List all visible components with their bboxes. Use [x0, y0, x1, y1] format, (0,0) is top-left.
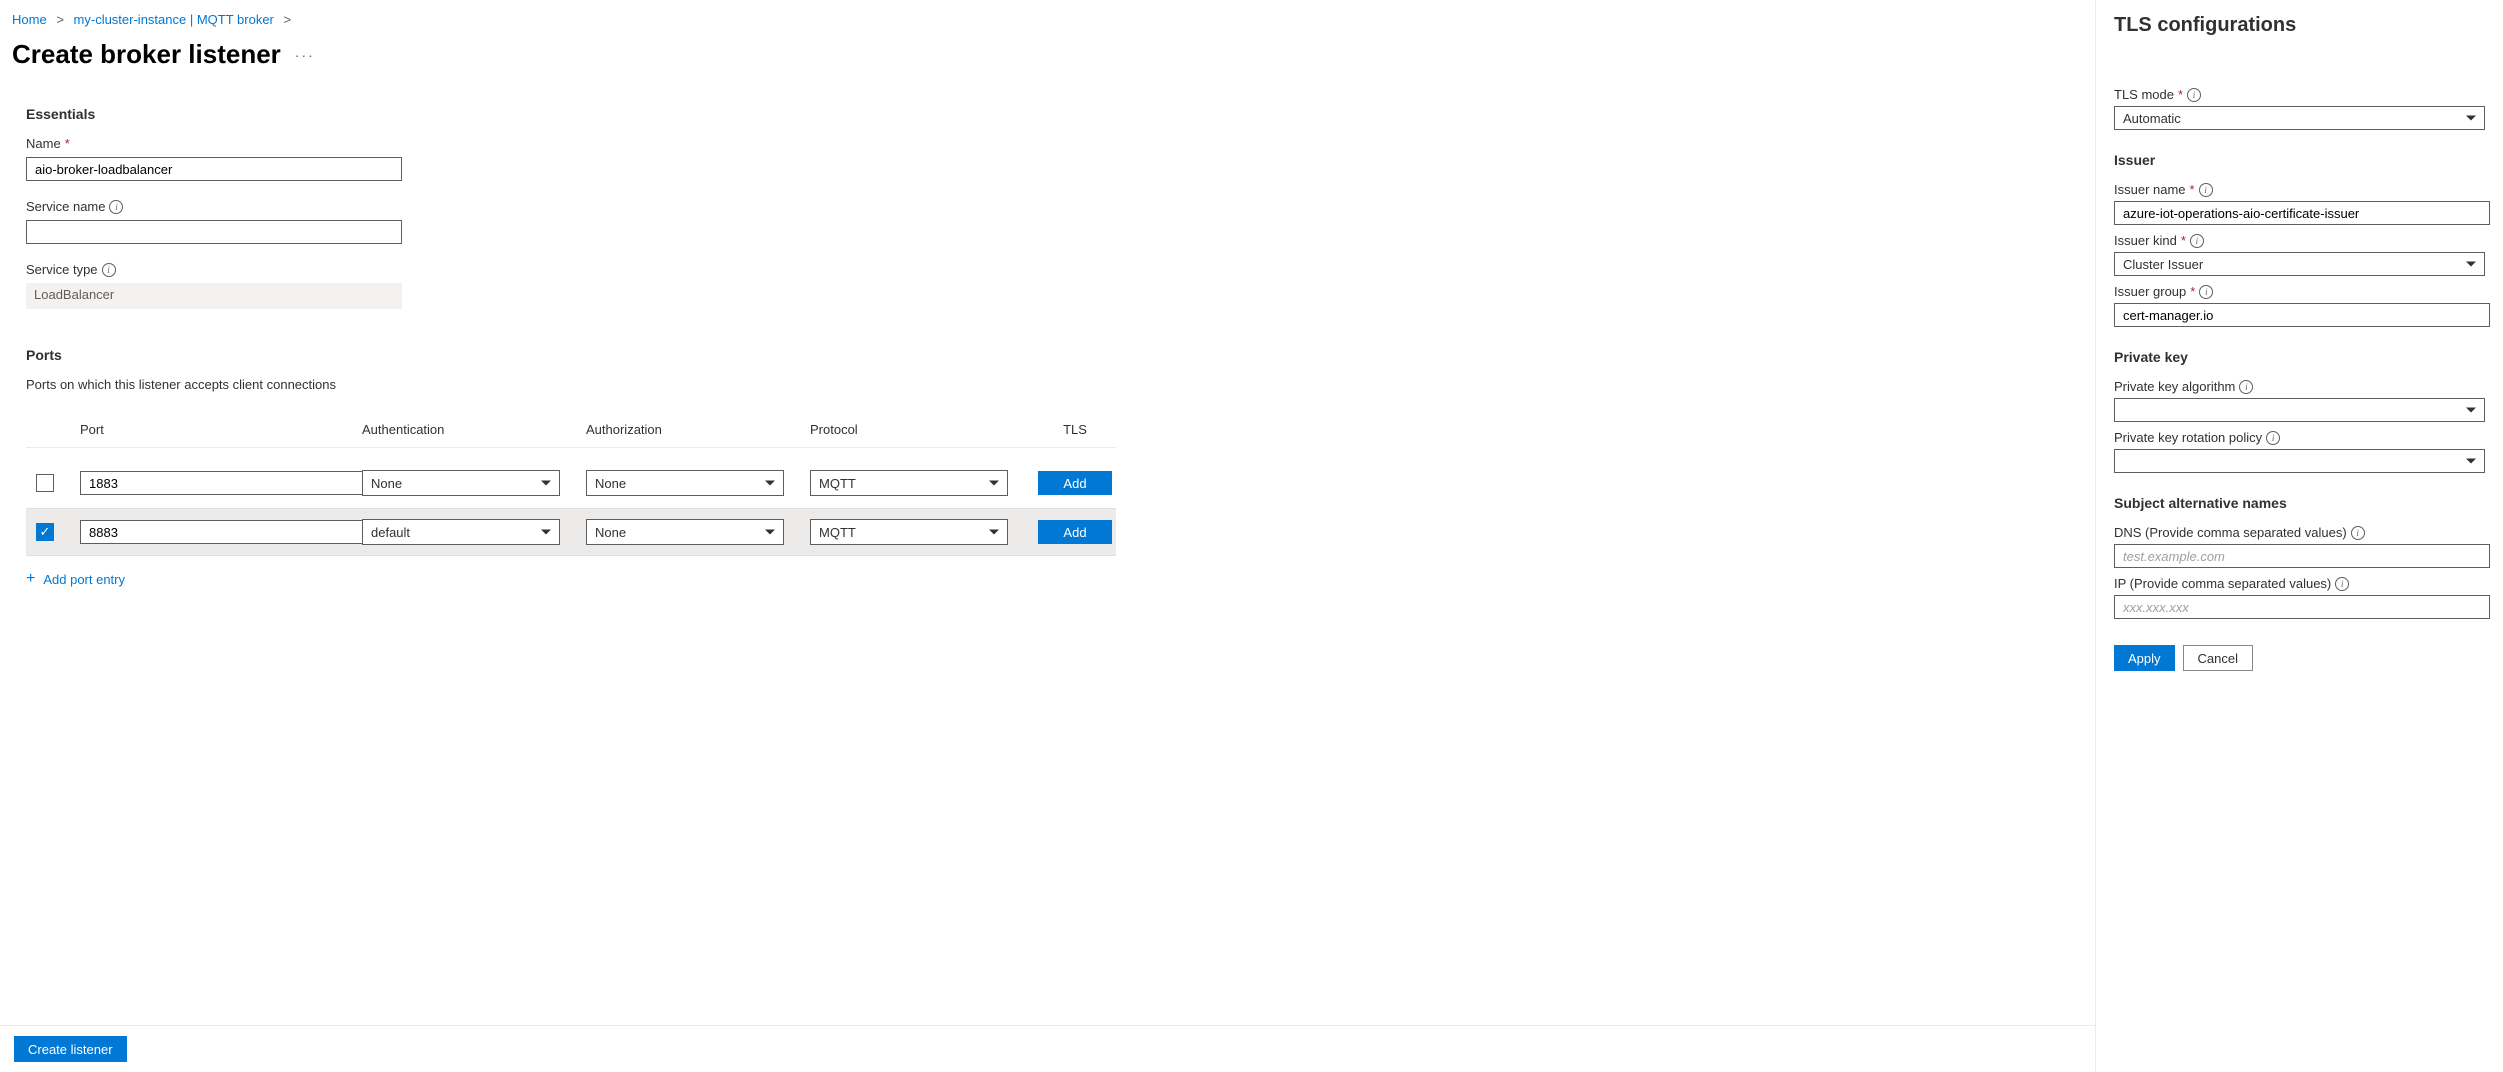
info-icon[interactable]: i [2199, 285, 2213, 299]
info-icon[interactable]: i [102, 263, 116, 277]
pk-algo-select[interactable] [2114, 398, 2485, 422]
issuer-heading: Issuer [2114, 152, 2485, 168]
pk-rotation-label: Private key rotation policy i [2114, 430, 2485, 445]
more-menu-icon[interactable]: ··· [295, 47, 315, 63]
info-icon[interactable]: i [2239, 380, 2253, 394]
proto-select[interactable]: MQTT [810, 519, 1008, 545]
breadcrumb: Home > my-cluster-instance | MQTT broker… [12, 12, 2095, 27]
row-checkbox[interactable] [36, 523, 54, 541]
page-title-row: Create broker listener ··· [12, 39, 2095, 70]
breadcrumb-cluster[interactable]: my-cluster-instance | MQTT broker [74, 12, 274, 27]
table-row: default None MQTT Add [26, 508, 1116, 556]
col-port: Port [80, 422, 362, 437]
apply-button[interactable]: Apply [2114, 645, 2175, 671]
breadcrumb-home[interactable]: Home [12, 12, 47, 27]
tls-add-button[interactable]: Add [1038, 520, 1112, 544]
issuer-group-label: Issuer group* i [2114, 284, 2485, 299]
issuer-kind-select[interactable]: Cluster Issuer [2114, 252, 2485, 276]
info-icon[interactable]: i [2335, 577, 2349, 591]
authz-select[interactable]: None [586, 519, 784, 545]
cancel-button[interactable]: Cancel [2183, 645, 2253, 671]
essentials-heading: Essentials [26, 106, 2095, 122]
add-port-entry[interactable]: + Add port entry [26, 570, 2095, 588]
info-icon[interactable]: i [2266, 431, 2280, 445]
col-auth: Authentication [362, 422, 586, 437]
name-field: Name* [26, 136, 2095, 181]
plus-icon: + [26, 570, 35, 588]
service-type-field: Service type i LoadBalancer [26, 262, 2095, 309]
panel-footer: Apply Cancel [2114, 645, 2485, 671]
info-icon[interactable]: i [109, 200, 123, 214]
ports-table: Port Authentication Authorization Protoc… [26, 422, 1116, 556]
issuer-name-input[interactable] [2114, 201, 2490, 225]
private-key-heading: Private key [2114, 349, 2485, 365]
auth-select[interactable]: default [362, 519, 560, 545]
issuer-kind-label: Issuer kind* i [2114, 233, 2485, 248]
row-checkbox[interactable] [36, 474, 54, 492]
table-header: Port Authentication Authorization Protoc… [26, 422, 1116, 448]
pk-algo-label: Private key algorithm i [2114, 379, 2485, 394]
dns-input[interactable] [2114, 544, 2490, 568]
col-authz: Authorization [586, 422, 810, 437]
info-icon[interactable]: i [2351, 526, 2365, 540]
breadcrumb-sep: > [284, 12, 292, 27]
dns-label: DNS (Provide comma separated values) i [2114, 525, 2485, 540]
col-tls: TLS [1034, 422, 1116, 437]
name-input[interactable] [26, 157, 402, 181]
ip-label: IP (Provide comma separated values) i [2114, 576, 2485, 591]
page-title: Create broker listener [12, 39, 281, 70]
issuer-group-input[interactable] [2114, 303, 2490, 327]
ip-input[interactable] [2114, 595, 2490, 619]
create-listener-button[interactable]: Create listener [14, 1036, 127, 1062]
tls-mode-select[interactable]: Automatic [2114, 106, 2485, 130]
main-content: Home > my-cluster-instance | MQTT broker… [0, 0, 2095, 1072]
col-proto: Protocol [810, 422, 1034, 437]
info-icon[interactable]: i [2187, 88, 2201, 102]
service-type-value: LoadBalancer [26, 283, 402, 309]
service-name-field: Service name i [26, 199, 2095, 244]
tls-add-button[interactable]: Add [1038, 471, 1112, 495]
tls-config-panel: TLS configurations TLS mode* i Automatic… [2095, 0, 2503, 1072]
san-heading: Subject alternative names [2114, 495, 2485, 511]
main-footer: Create listener [0, 1025, 2095, 1072]
service-name-label: Service name i [26, 199, 2095, 214]
table-row: None None MQTT Add [26, 458, 1116, 508]
service-name-input[interactable] [26, 220, 402, 244]
tls-mode-label: TLS mode* i [2114, 87, 2485, 102]
breadcrumb-sep: > [56, 12, 64, 27]
proto-select[interactable]: MQTT [810, 470, 1008, 496]
info-icon[interactable]: i [2190, 234, 2204, 248]
pk-rotation-select[interactable] [2114, 449, 2485, 473]
authz-select[interactable]: None [586, 470, 784, 496]
service-type-label: Service type i [26, 262, 2095, 277]
panel-title: TLS configurations [2114, 14, 2485, 37]
ports-heading: Ports [26, 347, 2095, 363]
info-icon[interactable]: i [2199, 183, 2213, 197]
ports-description: Ports on which this listener accepts cli… [26, 377, 2095, 392]
name-label: Name* [26, 136, 2095, 151]
issuer-name-label: Issuer name* i [2114, 182, 2485, 197]
auth-select[interactable]: None [362, 470, 560, 496]
